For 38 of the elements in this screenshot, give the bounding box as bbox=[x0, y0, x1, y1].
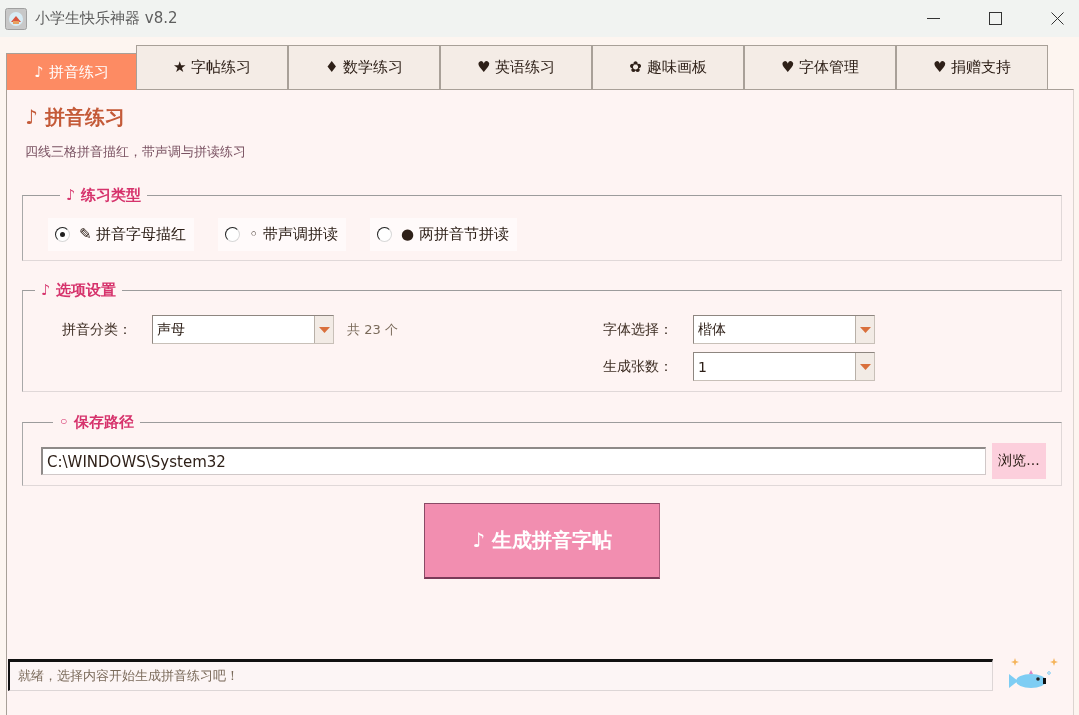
radio-button[interactable] bbox=[55, 227, 70, 242]
close-icon bbox=[1050, 12, 1064, 25]
field-label: 生成张数： bbox=[603, 357, 674, 376]
caret-icon bbox=[859, 363, 871, 370]
app-icon bbox=[5, 7, 27, 30]
radio-option[interactable]: ✎ 拼音字母描红 bbox=[48, 218, 195, 251]
tab[interactable]: ♥ 英语练习 bbox=[440, 45, 592, 89]
group-legend: ◦ 保存路径 bbox=[53, 412, 140, 432]
dropdown[interactable]: 楷体 bbox=[693, 315, 875, 344]
dropdown-button[interactable] bbox=[314, 316, 333, 343]
maximize-icon bbox=[988, 12, 1002, 25]
path-input[interactable]: C:\WINDOWS\System32 bbox=[41, 447, 986, 475]
tab[interactable]: ♥ 捐赠支持 bbox=[896, 45, 1048, 89]
dropdown-button[interactable] bbox=[855, 316, 874, 343]
field-label: 字体选择： bbox=[603, 320, 674, 339]
radio-button[interactable] bbox=[225, 227, 241, 242]
radio-option[interactable]: ● 两拼音节拼读 bbox=[369, 218, 517, 251]
tab[interactable]: ✿ 趣味画板 bbox=[592, 45, 744, 89]
tab[interactable]: ♦ 数学练习 bbox=[288, 45, 440, 89]
minimize-icon bbox=[926, 18, 940, 19]
tab[interactable]: ♥ 字体管理 bbox=[744, 45, 896, 89]
group-legend: ♪ 选项设置 bbox=[35, 280, 122, 300]
tab[interactable]: ★ 字帖练习 bbox=[136, 45, 288, 89]
page-heading: ♪ 拼音练习 bbox=[25, 104, 125, 130]
caret-icon bbox=[318, 326, 330, 333]
radio-option[interactable]: ◦ 带声调拼读 bbox=[218, 218, 346, 251]
browse-button[interactable]: 浏览... bbox=[992, 443, 1046, 479]
window-title: 小学生快乐神器 v8.2 bbox=[35, 9, 178, 28]
group-legend: ♪ 练习类型 bbox=[60, 185, 147, 205]
dropdown-button[interactable] bbox=[855, 353, 874, 380]
status-bar: 就绪，选择内容开始生成拼音练习吧！ bbox=[8, 659, 993, 691]
count-text: 共 23 个 bbox=[347, 320, 398, 339]
radio-button[interactable] bbox=[376, 227, 392, 242]
dropdown[interactable]: 1 bbox=[693, 352, 875, 381]
field-label: 拼音分类： bbox=[62, 320, 133, 339]
dropdown[interactable]: 声母 bbox=[152, 315, 334, 344]
page-subtitle: 四线三格拼音描红，带声调与拼读练习 bbox=[25, 143, 246, 161]
caret-icon bbox=[859, 326, 871, 333]
